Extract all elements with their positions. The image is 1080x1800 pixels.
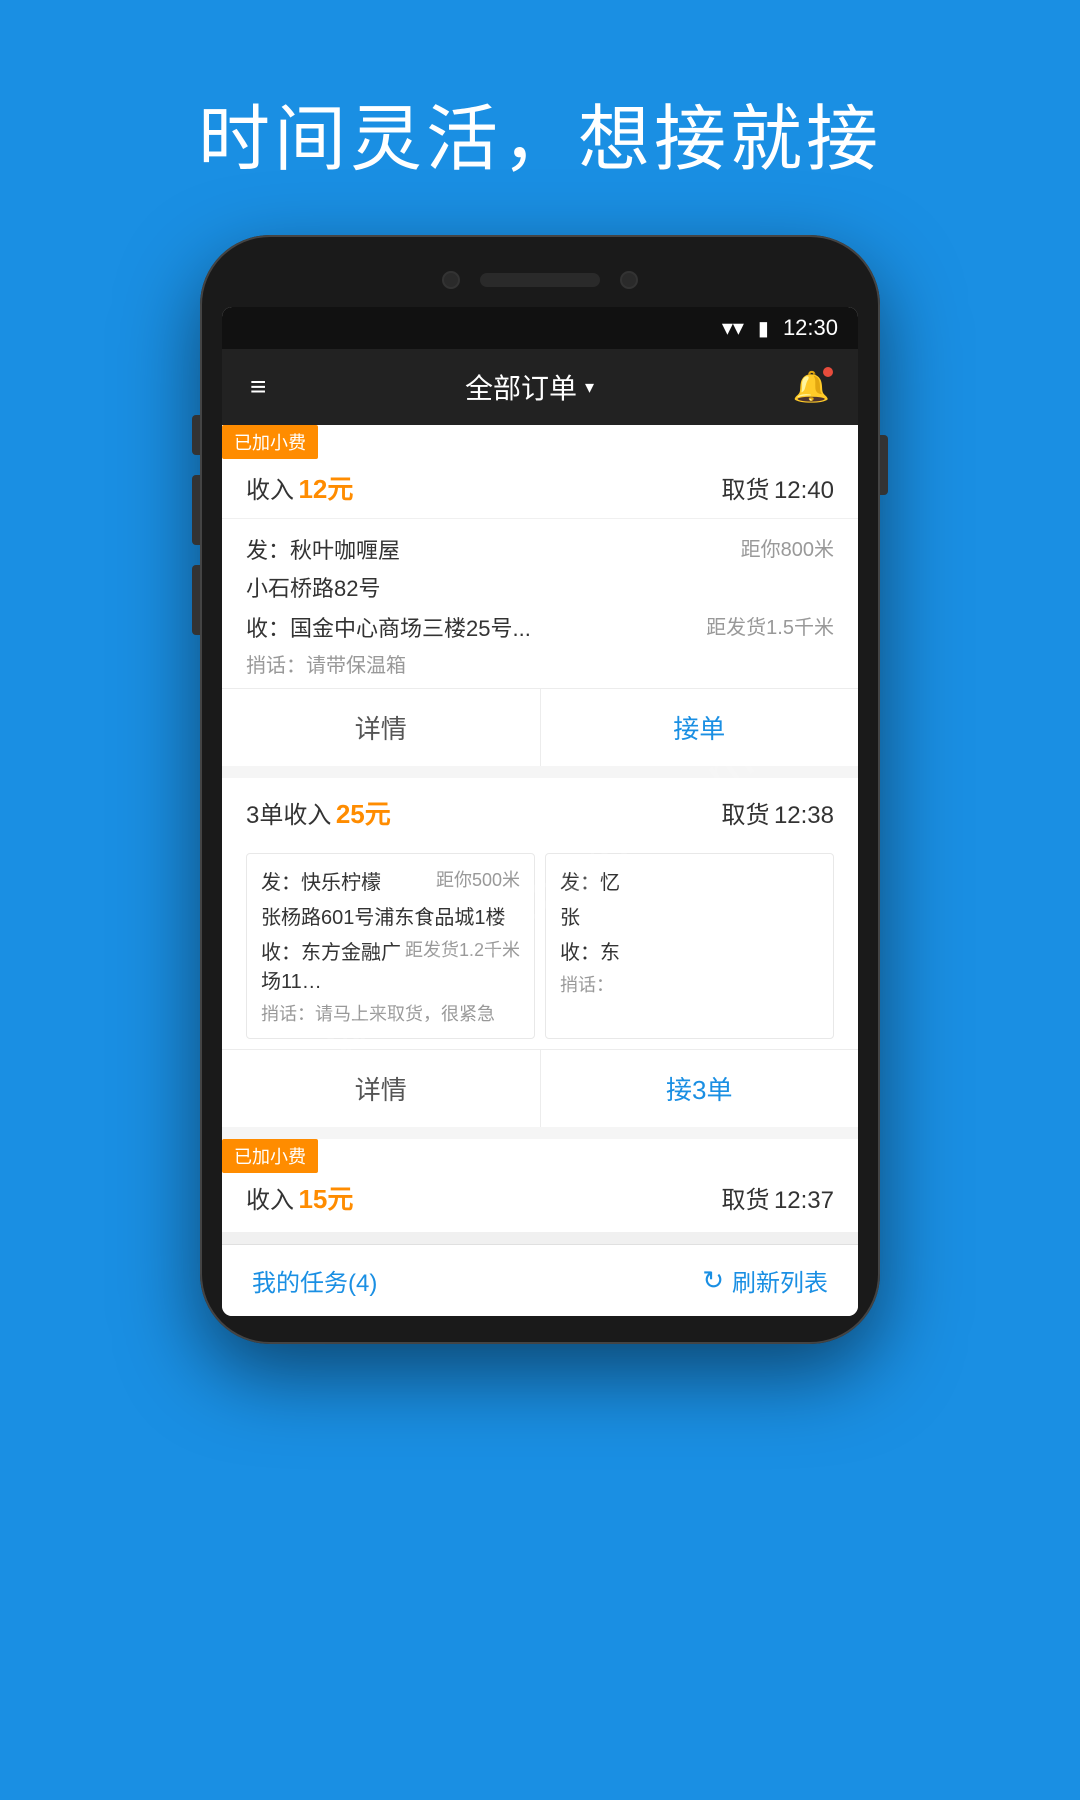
headline: 时间灵活，想接就接: [0, 80, 1080, 185]
detail-btn-1[interactable]: 详情: [222, 689, 540, 766]
order-badge-3: 已加小费: [222, 1139, 318, 1173]
pickup-time-2: 12:38: [774, 802, 834, 829]
to-row-1: 收：国金中心商场三楼25号... 距发货1.5千米: [246, 611, 834, 643]
order-card-1: 已加小费 收入 12元 取货 12:40: [222, 425, 858, 766]
order-card-3: 已加小费 收入 15元 取货 12:37: [222, 1139, 858, 1232]
hamburger-menu-icon[interactable]: ≡: [250, 371, 266, 403]
page-header: 时间灵活，想接就接: [0, 0, 1080, 235]
front-camera: [442, 271, 460, 289]
bell-container[interactable]: 🔔: [793, 370, 830, 405]
pickup-label-1: 取货: [721, 477, 769, 504]
income-amount-2: 25元: [336, 799, 391, 829]
order-card-2: 3单收入 25元 取货 12:38: [222, 778, 858, 1127]
my-tasks-btn[interactable]: 我的任务(4): [252, 1263, 377, 1298]
income-label-2: 3单收入: [246, 802, 331, 829]
mini-note-2: 捎话：: [560, 971, 819, 997]
side-button-silent: [192, 565, 200, 635]
mini-note-1: 捎话：请马上来取货，很紧急: [261, 1000, 520, 1026]
notification-dot: [823, 367, 833, 377]
mini-to-name-1: 收：东方金融广场11…: [261, 936, 405, 994]
pickup-section-2: 取货 12:38: [721, 795, 834, 830]
mini-from-row-1: 发：快乐柠檬 距你500米: [261, 866, 520, 895]
to-name-1: 收：国金中心商场三楼25号...: [246, 611, 696, 643]
navbar-title: 全部订单: [465, 367, 577, 407]
address-block-1: 发：秋叶咖喱屋 距你800米 小石桥路82号 收：国金中心商场三楼25号... …: [222, 519, 858, 688]
light-sensor: [620, 271, 638, 289]
income-amount-1: 12元: [298, 474, 353, 504]
mini-order-row: 发：快乐柠檬 距你500米 张杨路601号浦东食品城1楼 收：东方金融广场11…: [222, 843, 858, 1049]
income-section-1: 收入 12元: [246, 469, 353, 506]
income-section-3: 收入 15元: [246, 1179, 353, 1216]
to-distance-1: 距发货1.5千米: [706, 611, 834, 640]
card-partial-3: 收入 15元 取货 12:37: [222, 1163, 858, 1232]
refresh-label: 刷新列表: [732, 1263, 828, 1298]
mini-from-dist-1: 距你500米: [436, 866, 520, 892]
from-distance-1: 距你800米: [741, 533, 834, 562]
detail-btn-2[interactable]: 详情: [222, 1050, 540, 1127]
income-amount-3: 15元: [298, 1184, 353, 1214]
mini-from-name-2: 发：忆: [560, 866, 819, 895]
wifi-icon: ▾▾: [722, 315, 744, 341]
phone-screen: ▾▾ ▮ 12:30 ≡ 全部订单 ▾ 🔔: [222, 307, 858, 1316]
from-address-1: 小石桥路82号: [246, 571, 834, 603]
card-header-1: 收入 12元 取货 12:40: [222, 453, 858, 519]
mini-from-name-1: 发：快乐柠檬: [261, 866, 436, 895]
status-time: 12:30: [783, 315, 838, 341]
status-bar: ▾▾ ▮ 12:30: [222, 307, 858, 349]
accept-btn-1[interactable]: 接单: [541, 689, 859, 766]
note-1: 捎话：请带保温箱: [246, 649, 834, 678]
refresh-btn[interactable]: ↻ 刷新列表: [702, 1263, 828, 1298]
order-list: 已加小费 收入 12元 取货 12:40: [222, 425, 858, 1232]
refresh-icon: ↻: [702, 1265, 724, 1296]
mini-to-dist-1: 距发货1.2千米: [405, 936, 520, 962]
mini-card-2: 发：忆 张 收：东 捎话：: [545, 853, 834, 1039]
phone-top-bar: [222, 263, 858, 297]
side-button-vol-down: [192, 475, 200, 545]
badge-row-3: 已加小费: [222, 1139, 858, 1163]
from-name-1: 发：秋叶咖喱屋: [246, 533, 731, 565]
mini-from-addr-1: 张杨路601号浦东食品城1楼: [261, 901, 520, 930]
badge-row-1: 已加小费: [222, 425, 858, 453]
bottom-bar: 我的任务(4) ↻ 刷新列表: [222, 1244, 858, 1316]
pickup-label-3: 取货: [721, 1187, 769, 1214]
side-button-vol-up: [192, 415, 200, 455]
pickup-label-2: 取货: [721, 802, 769, 829]
mini-to-row-1: 收：东方金融广场11… 距发货1.2千米: [261, 936, 520, 994]
side-button-power: [880, 435, 888, 495]
income-section-2: 3单收入 25元: [246, 794, 391, 831]
order-badge-1: 已加小费: [222, 425, 318, 459]
pickup-time-1: 12:40: [774, 477, 834, 504]
pickup-time-3: 12:37: [774, 1187, 834, 1214]
dropdown-arrow-icon: ▾: [585, 377, 594, 398]
pickup-section-3: 取货 12:37: [721, 1180, 834, 1215]
navbar-title-group[interactable]: 全部订单 ▾: [465, 367, 594, 407]
app-navbar: ≡ 全部订单 ▾ 🔔: [222, 349, 858, 425]
card-actions-1: 详情 接单: [222, 688, 858, 766]
from-row-1: 发：秋叶咖喱屋 距你800米: [246, 533, 834, 565]
pickup-section-1: 取货 12:40: [721, 470, 834, 505]
mini-from-addr-2: 张: [560, 901, 819, 930]
phone-frame-wrapper: ▾▾ ▮ 12:30 ≡ 全部订单 ▾ 🔔: [0, 235, 1080, 1344]
battery-icon: ▮: [758, 316, 769, 341]
mini-card-1: 发：快乐柠檬 距你500米 张杨路601号浦东食品城1楼 收：东方金融广场11…: [246, 853, 535, 1039]
phone-frame: ▾▾ ▮ 12:30 ≡ 全部订单 ▾ 🔔: [200, 235, 880, 1344]
card-actions-2: 详情 接3单: [222, 1049, 858, 1127]
accept-btn-2[interactable]: 接3单: [541, 1050, 859, 1127]
income-label-1: 收入: [246, 477, 294, 504]
earpiece-speaker: [480, 273, 600, 287]
card-header-2: 3单收入 25元 取货 12:38: [222, 778, 858, 843]
income-label-3: 收入: [246, 1187, 294, 1214]
mini-to-name-2: 收：东: [560, 936, 819, 965]
